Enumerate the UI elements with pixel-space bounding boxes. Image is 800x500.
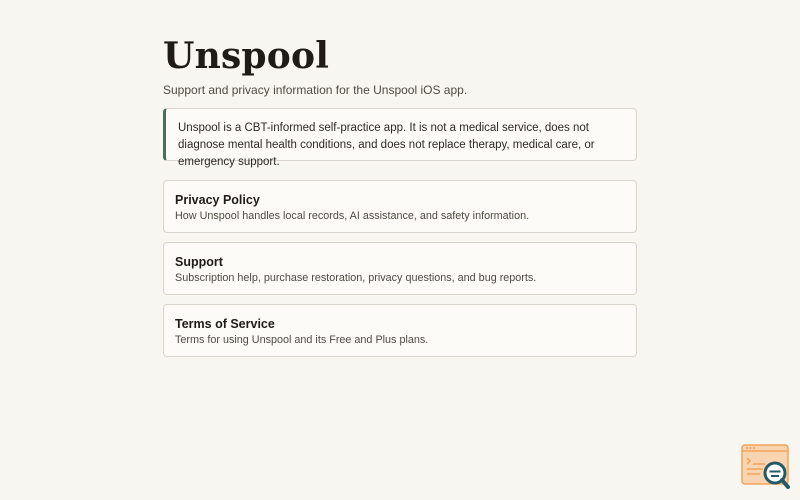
- terms-of-service-title: Terms of Service: [175, 317, 275, 331]
- terms-of-service-description: Terms for using Unspool and its Free and…: [175, 334, 429, 346]
- page-search-icon[interactable]: [741, 444, 791, 490]
- support-description: Subscription help, purchase restoration,…: [175, 272, 537, 284]
- page-title: Unspool: [163, 35, 330, 77]
- medical-disclaimer-text: Unspool is a CBT-informed self-practice …: [178, 122, 595, 168]
- privacy-policy-title: Privacy Policy: [175, 193, 260, 207]
- terms-of-service-link[interactable]: Terms of Service Terms for using Unspool…: [163, 304, 637, 357]
- support-title: Support: [175, 255, 223, 269]
- page-subtitle: Support and privacy information for the …: [163, 83, 468, 97]
- privacy-policy-description: How Unspool handles local records, AI as…: [175, 210, 530, 222]
- medical-disclaimer: Unspool is a CBT-informed self-practice …: [163, 108, 637, 168]
- support-link[interactable]: Support Subscription help, purchase rest…: [163, 242, 637, 295]
- privacy-policy-link[interactable]: Privacy Policy How Unspool handles local…: [163, 180, 637, 233]
